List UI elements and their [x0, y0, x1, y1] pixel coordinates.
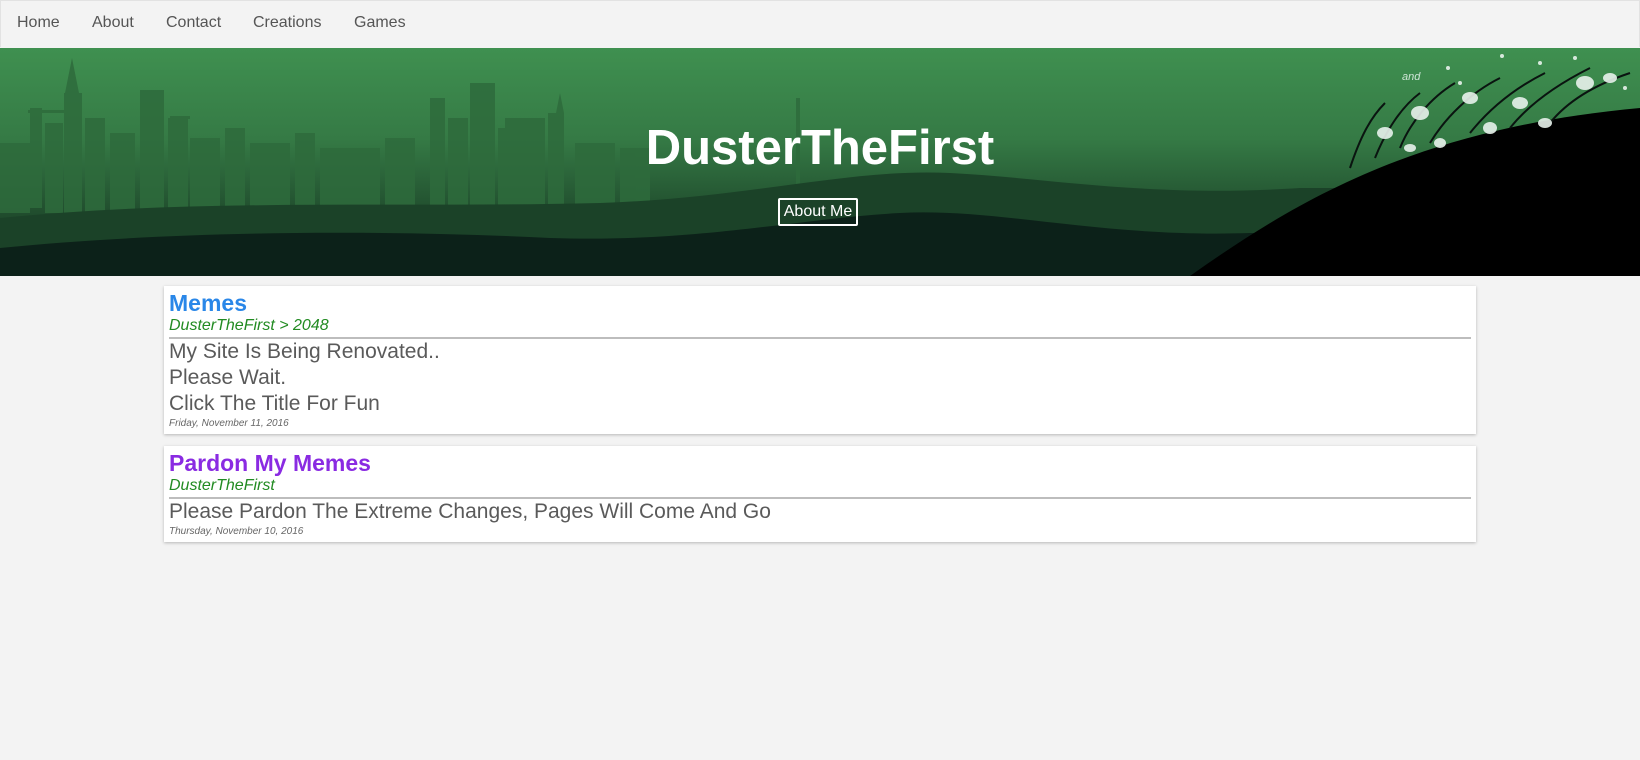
- nav-link-creations[interactable]: Creations: [253, 14, 321, 32]
- post-card: Memes DusterTheFirst > 2048 My Site Is B…: [164, 286, 1476, 434]
- post-body-line: Please Wait.: [169, 366, 287, 389]
- post-card: Pardon My Memes DusterTheFirst Please Pa…: [164, 446, 1476, 542]
- post-date: Friday, November 11, 2016: [169, 418, 289, 429]
- post-body-line: My Site Is Being Renovated..: [169, 340, 440, 363]
- nav-link-about[interactable]: About: [92, 14, 134, 32]
- post-body-line: Please Pardon The Extreme Changes, Pages…: [169, 500, 771, 523]
- post-date: Thursday, November 10, 2016: [169, 526, 304, 537]
- site-title: DusterTheFirst: [645, 121, 995, 175]
- post-title-link[interactable]: Memes: [169, 290, 247, 316]
- top-navbar: Home About Contact Creations Games: [0, 0, 1640, 47]
- post-title-link[interactable]: Pardon My Memes: [169, 450, 371, 476]
- post-body-line: Click The Title For Fun: [169, 392, 380, 415]
- hero-banner: and DusterTheFirst About Me: [0, 48, 1640, 276]
- nav-link-games[interactable]: Games: [354, 14, 406, 32]
- post-author: DusterTheFirst: [169, 477, 275, 494]
- nav-link-contact[interactable]: Contact: [166, 14, 221, 32]
- nav-link-home[interactable]: Home: [17, 14, 60, 32]
- hero-bg-text: and: [1402, 71, 1421, 83]
- post-author: DusterTheFirst > 2048: [169, 317, 329, 334]
- about-me-button[interactable]: About Me: [778, 198, 858, 226]
